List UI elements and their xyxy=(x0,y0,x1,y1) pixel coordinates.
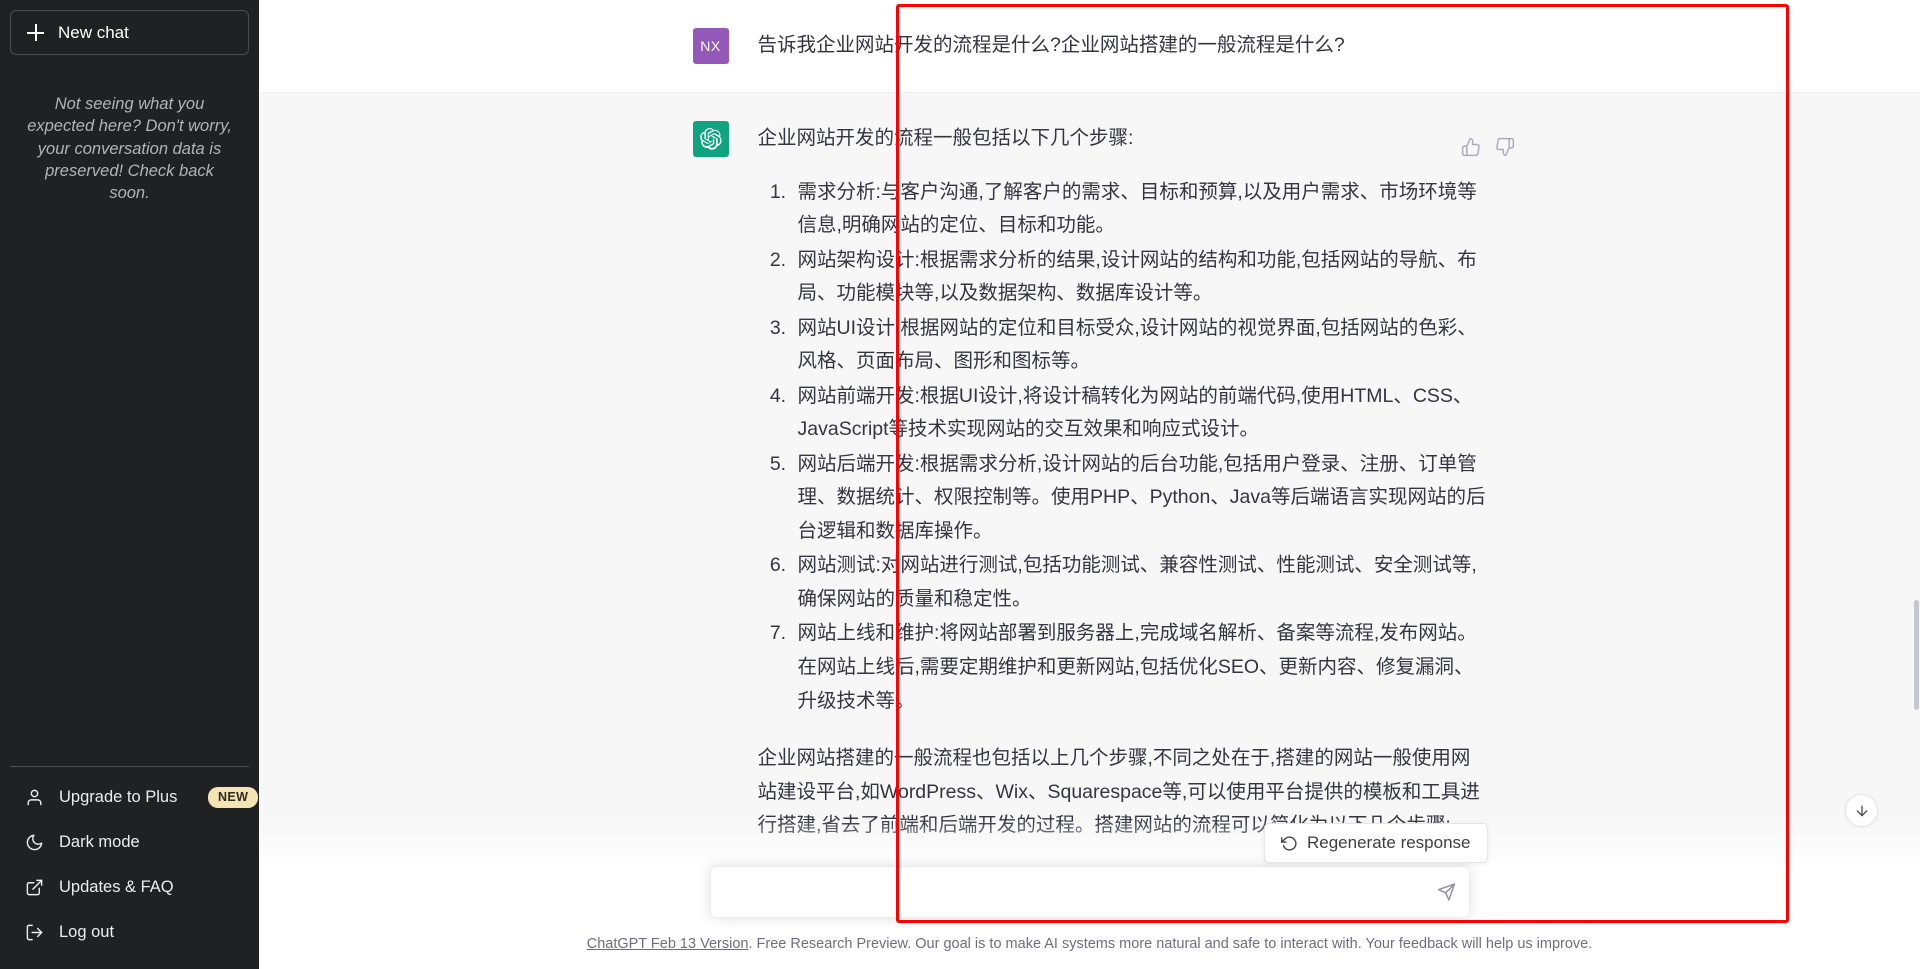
composer-box[interactable] xyxy=(709,866,1470,918)
person-icon xyxy=(27,789,42,806)
external-link-icon xyxy=(26,879,43,896)
sidebar-item-upgrade-to-plus[interactable]: Upgrade to Plus NEW xyxy=(10,775,259,820)
sidebar-conversation-list xyxy=(10,204,249,766)
sidebar-item-label: Log out xyxy=(59,923,115,942)
sidebar-notice: Not seeing what you expected here? Don't… xyxy=(27,95,232,203)
version-link[interactable]: ChatGPT Feb 13 Version xyxy=(587,936,749,952)
plus-icon xyxy=(27,24,44,41)
user-message-text: 告诉我企业网站开发的流程是什么?企业网站搭建的一般流程是什么? xyxy=(757,34,1345,56)
assistant-intro: 企业网站开发的流程一般包括以下几个步骤: xyxy=(757,127,1134,149)
chatgpt-logo-icon xyxy=(699,128,722,150)
avatar xyxy=(692,121,729,157)
list-item: 网站前端开发:根据UI设计,将设计稿转化为网站的前端代码,使用HTML、CSS、… xyxy=(792,380,1487,447)
sidebar-footer-menu: Upgrade to Plus NEW Dark mode Updates & … xyxy=(10,766,259,969)
page-scrollbar[interactable] xyxy=(1913,0,1920,969)
list-item: 需求分析:与客户沟通,了解客户的需求、目标和预算,以及用户需求、市场环境等信息,… xyxy=(792,176,1487,243)
thumbs-down-icon[interactable] xyxy=(1495,137,1515,157)
arrow-down-icon xyxy=(1856,805,1867,816)
user-message-row: NX 告诉我企业网站开发的流程是什么?企业网站搭建的一般流程是什么? xyxy=(259,0,1920,93)
scroll-to-bottom-button[interactable] xyxy=(1845,794,1878,827)
regenerate-response-label: Regenerate response xyxy=(1307,833,1471,852)
list-item: 网站UI设计:根据网站的定位和目标受众,设计网站的视觉界面,包括网站的色彩、风格… xyxy=(792,312,1487,379)
new-chat-label: New chat xyxy=(58,23,129,42)
sidebar-item-log-out[interactable]: Log out xyxy=(10,910,249,955)
chat-input[interactable] xyxy=(728,881,1423,903)
sidebar-item-updates-faq[interactable]: Updates & FAQ xyxy=(10,865,249,910)
logout-icon xyxy=(26,924,43,941)
main-chat-area: NX 告诉我企业网站开发的流程是什么?企业网站搭建的一般流程是什么? 企业网站开… xyxy=(259,0,1920,969)
sidebar-item-label: Updates & FAQ xyxy=(59,878,174,897)
assistant-steps-list: 需求分析:与客户沟通,了解客户的需求、目标和预算,以及用户需求、市场环境等信息,… xyxy=(758,176,1487,719)
moon-icon xyxy=(26,834,43,851)
refresh-icon xyxy=(1281,836,1297,851)
new-badge: NEW xyxy=(208,787,259,808)
list-item: 网站架构设计:根据需求分析的结果,设计网站的结构和功能,包括网站的导航、布局、功… xyxy=(792,244,1487,311)
sidebar-item-label: Dark mode xyxy=(59,833,140,852)
sidebar: New chat Not seeing what you expected he… xyxy=(0,0,259,969)
footer-disclaimer: . Free Research Preview. Our goal is to … xyxy=(748,936,1593,952)
new-chat-button[interactable]: New chat xyxy=(10,10,249,55)
scrollbar-thumb[interactable] xyxy=(1914,600,1919,710)
send-paper-plane-icon xyxy=(1437,883,1455,901)
message-feedback-actions xyxy=(1461,137,1515,157)
list-item: 网站后端开发:根据需求分析,设计网站的后台功能,包括用户登录、注册、订单管理、数… xyxy=(792,448,1487,549)
list-item: 网站测试:对网站进行测试,包括功能测试、兼容性测试、性能测试、安全测试等,确保网… xyxy=(792,549,1487,616)
regenerate-response-button[interactable]: Regenerate response xyxy=(1264,823,1488,863)
list-item: 网站上线和维护:将网站部署到服务器上,完成域名解析、备案等流程,发布网站。在网站… xyxy=(792,617,1487,718)
avatar: NX xyxy=(692,28,729,64)
sidebar-item-label: Upgrade to Plus xyxy=(59,788,178,807)
thumbs-up-icon[interactable] xyxy=(1461,137,1481,157)
sidebar-item-dark-mode[interactable]: Dark mode xyxy=(10,820,249,865)
send-button[interactable] xyxy=(1437,883,1456,902)
footer: ChatGPT Feb 13 Version. Free Research Pr… xyxy=(259,936,1920,952)
